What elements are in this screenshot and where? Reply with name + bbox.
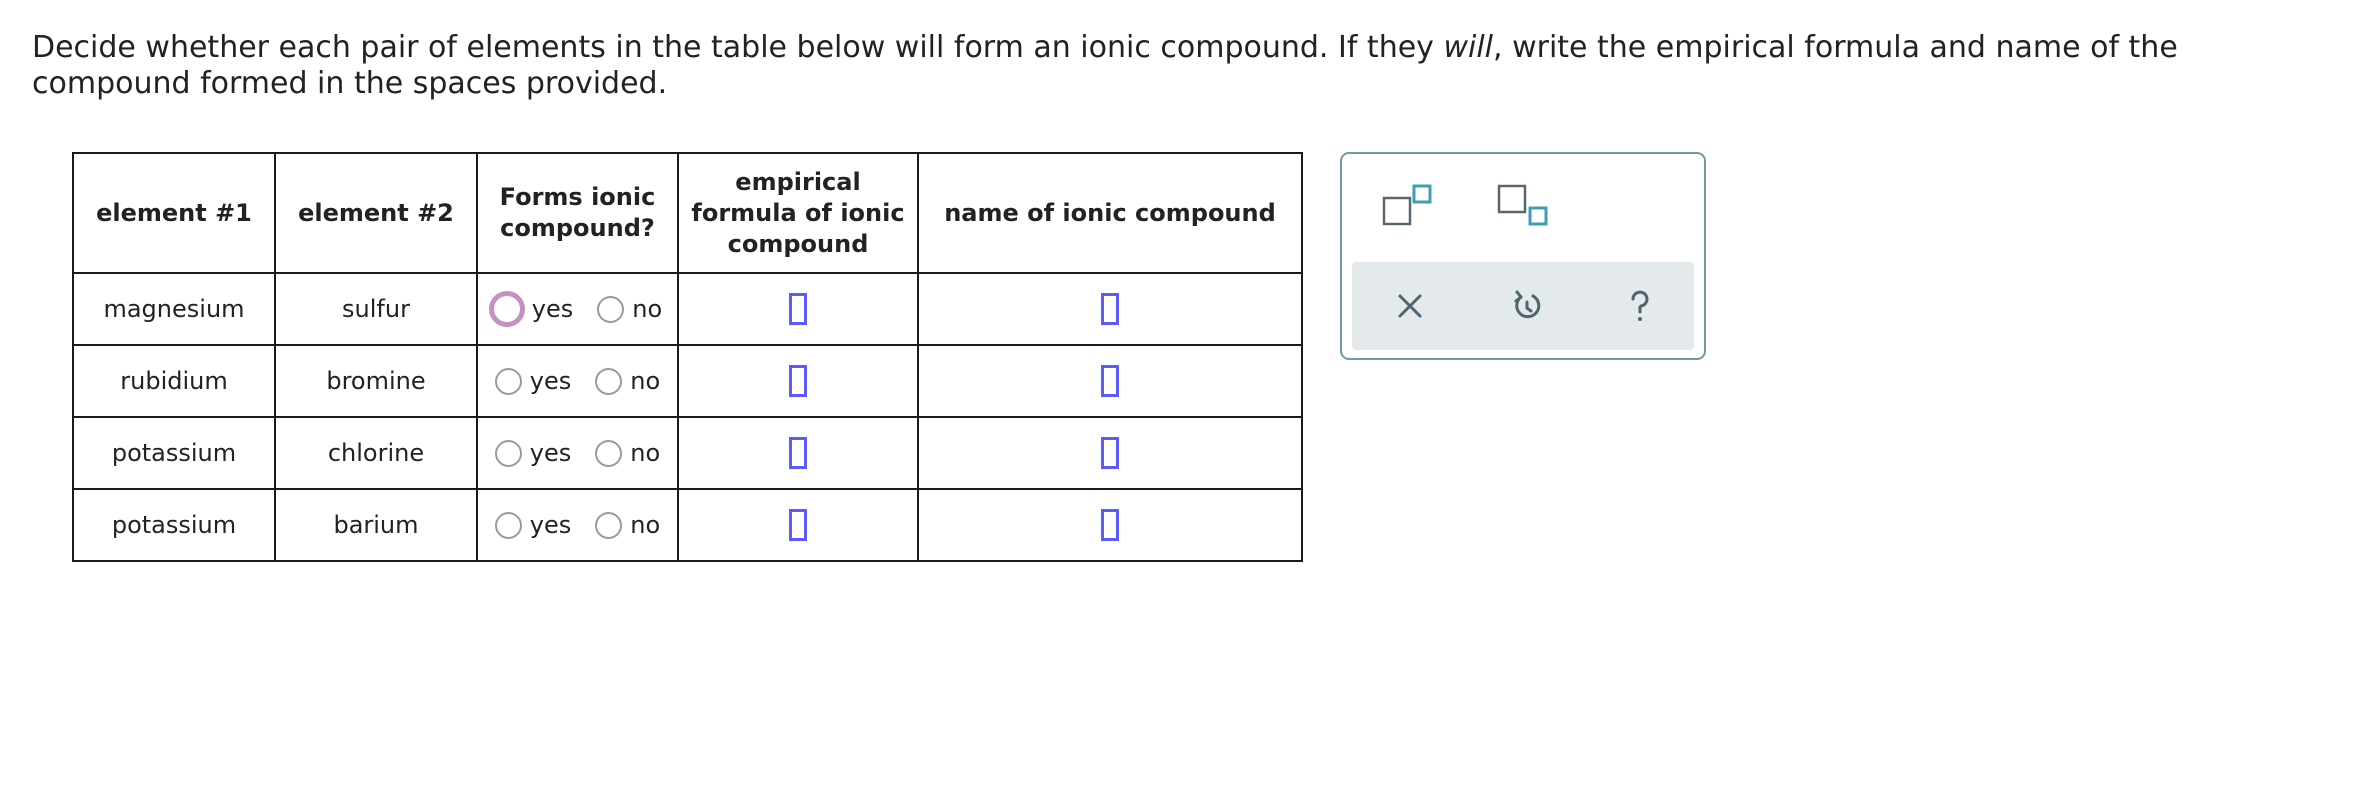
element-1-cell: magnesium bbox=[72, 272, 276, 346]
formula-input[interactable] bbox=[789, 509, 807, 541]
yes-radio[interactable] bbox=[494, 439, 522, 467]
formula-cell bbox=[677, 488, 919, 562]
header-forms-line2: compound? bbox=[500, 214, 655, 242]
header-row: element #1 element #2 Forms ionic compou… bbox=[72, 152, 1303, 274]
formula-toolbox bbox=[1340, 152, 1706, 360]
page: Decide whether each pair of elements in … bbox=[0, 0, 2364, 804]
header-compound-name: name of ionic compound bbox=[917, 152, 1303, 274]
yes-no-group: yes no bbox=[478, 367, 677, 395]
answer-table: element #1 element #2 Forms ionic compou… bbox=[72, 152, 1303, 562]
element-1-cell: potassium bbox=[72, 416, 276, 490]
yes-no-group: yes no bbox=[478, 511, 677, 539]
no-label: no bbox=[632, 295, 663, 323]
yes-radio[interactable] bbox=[488, 291, 525, 327]
header-forms-line1: Forms ionic bbox=[499, 183, 656, 211]
yes-label: yes bbox=[531, 295, 574, 323]
no-option[interactable]: no bbox=[595, 511, 660, 539]
no-label: no bbox=[630, 439, 661, 467]
element-2-cell: sulfur bbox=[274, 272, 478, 346]
forms-ionic-cell: yes no bbox=[476, 344, 679, 418]
compound-name-cell bbox=[917, 344, 1303, 418]
yes-radio[interactable] bbox=[494, 367, 522, 395]
subscript-icon bbox=[1497, 184, 1548, 226]
toolbox-action-bar bbox=[1352, 262, 1694, 350]
no-radio[interactable] bbox=[595, 367, 623, 395]
compound-name-cell bbox=[917, 416, 1303, 490]
compound-name-cell bbox=[917, 272, 1303, 346]
no-option[interactable]: no bbox=[597, 295, 662, 323]
no-option[interactable]: no bbox=[595, 439, 660, 467]
formula-cell bbox=[677, 344, 919, 418]
element-1-cell: potassium bbox=[72, 488, 276, 562]
yes-radio[interactable] bbox=[494, 511, 522, 539]
formula-input[interactable] bbox=[789, 293, 807, 325]
undo-button[interactable] bbox=[1509, 288, 1545, 324]
no-label: no bbox=[630, 367, 661, 395]
no-radio[interactable] bbox=[595, 439, 623, 467]
formula-cell bbox=[677, 272, 919, 346]
superscript-icon bbox=[1382, 184, 1432, 226]
no-radio[interactable] bbox=[595, 511, 623, 539]
yes-label: yes bbox=[529, 439, 572, 467]
element-2-cell: chlorine bbox=[274, 416, 478, 490]
clear-icon bbox=[1398, 294, 1422, 318]
undo-icon bbox=[1514, 290, 1541, 319]
yes-option[interactable]: yes bbox=[494, 439, 572, 467]
table-row: rubidium bromine yes no bbox=[72, 344, 1303, 418]
forms-ionic-cell: yes no bbox=[476, 488, 679, 562]
header-element-2: element #2 bbox=[274, 152, 478, 274]
formula-cell bbox=[677, 416, 919, 490]
yes-option[interactable]: yes bbox=[488, 291, 574, 327]
help-icon bbox=[1631, 290, 1649, 321]
header-formula-line2: formula of ionic bbox=[691, 198, 905, 227]
compound-name-input[interactable] bbox=[1101, 509, 1119, 541]
yes-option[interactable]: yes bbox=[494, 511, 572, 539]
forms-ionic-cell: yes no bbox=[476, 272, 679, 346]
header-forms-ionic: Forms ionic compound? bbox=[476, 152, 679, 274]
clear-button[interactable] bbox=[1392, 288, 1428, 324]
table-row: potassium chlorine yes no bbox=[72, 416, 1303, 490]
superscript-button[interactable] bbox=[1382, 184, 1432, 226]
yes-no-group: yes no bbox=[478, 439, 677, 467]
compound-name-input[interactable] bbox=[1101, 293, 1119, 325]
header-empirical-formula: empirical formula of ionic compound bbox=[677, 152, 919, 274]
compound-name-cell bbox=[917, 488, 1303, 562]
subscript-button[interactable] bbox=[1497, 184, 1553, 226]
prompt-emphasis: will bbox=[1443, 30, 1493, 65]
header-formula-line3: compound bbox=[727, 229, 869, 258]
yes-option[interactable]: yes bbox=[494, 367, 572, 395]
table-row: magnesium sulfur yes no bbox=[72, 272, 1303, 346]
no-option[interactable]: no bbox=[595, 367, 660, 395]
help-button[interactable] bbox=[1622, 288, 1658, 324]
prompt-text-1: Decide whether each pair of elements in … bbox=[32, 30, 1444, 65]
yes-label: yes bbox=[529, 367, 572, 395]
yes-label: yes bbox=[529, 511, 572, 539]
table-row: potassium barium yes no bbox=[72, 488, 1303, 562]
header-element-1: element #1 bbox=[72, 152, 276, 274]
element-1-cell: rubidium bbox=[72, 344, 276, 418]
no-radio[interactable] bbox=[597, 295, 625, 323]
header-formula-line1: empirical bbox=[735, 167, 861, 196]
forms-ionic-cell: yes no bbox=[476, 416, 679, 490]
formula-input[interactable] bbox=[789, 437, 807, 469]
no-label: no bbox=[630, 511, 661, 539]
formula-input[interactable] bbox=[789, 365, 807, 397]
compound-name-input[interactable] bbox=[1101, 365, 1119, 397]
yes-no-group: yes no bbox=[478, 291, 677, 327]
element-2-cell: barium bbox=[274, 488, 478, 562]
compound-name-input[interactable] bbox=[1101, 437, 1119, 469]
question-prompt: Decide whether each pair of elements in … bbox=[32, 30, 2332, 102]
element-2-cell: bromine bbox=[274, 344, 478, 418]
